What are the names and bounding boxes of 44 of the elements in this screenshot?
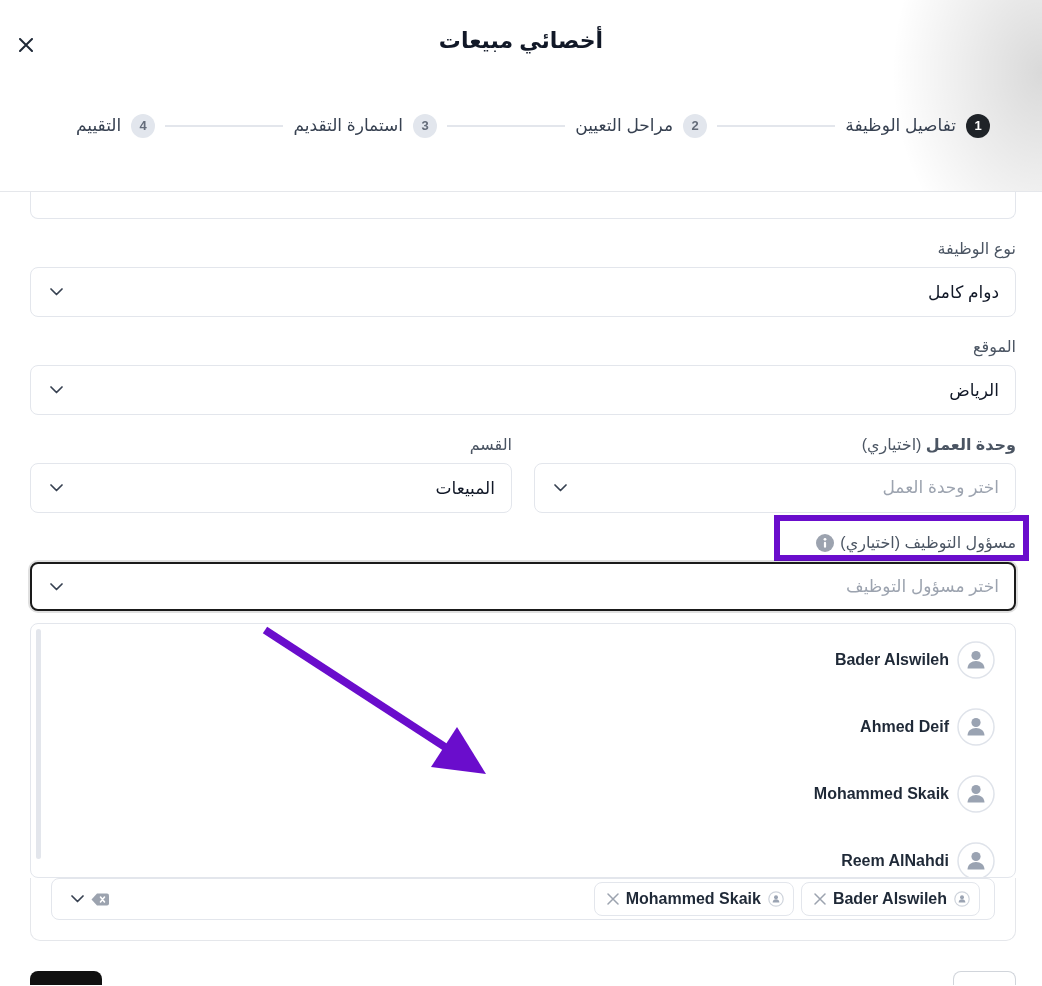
recruiter-option[interactable]: Reem AlNahdi (31, 827, 1015, 877)
step-number: 3 (413, 114, 437, 138)
chevron-down-icon (50, 386, 63, 394)
step-label: استمارة التقديم (293, 115, 403, 138)
step-label: تفاصيل الوظيفة (845, 115, 956, 138)
chevron-down-icon (50, 484, 63, 492)
step-label: مراحل التعيين (575, 115, 673, 138)
remove-icon[interactable] (606, 893, 619, 905)
field-label: القسم (468, 435, 512, 456)
person-avatar-icon (957, 640, 995, 679)
clear-icon[interactable] (91, 892, 109, 906)
recruiter-option[interactable]: Bader Alswileh (31, 626, 1015, 693)
multi-select-field[interactable]: Mohammed Skaik Bader Alswileh (51, 878, 995, 920)
info-icon[interactable] (816, 533, 835, 552)
person-avatar-icon (957, 707, 995, 746)
chevron-down-icon (50, 288, 63, 296)
step-label: التقييم (76, 115, 122, 138)
dialog-title: أخصائي مبيعات (437, 25, 605, 56)
person-icon (767, 891, 784, 907)
step-number: 4 (131, 114, 156, 138)
remove-icon[interactable] (813, 893, 826, 905)
dropdown-select[interactable]: المبيعات (30, 463, 512, 513)
step-number: 2 (683, 114, 707, 138)
recruiter-name: Mohammed Skaik (625, 889, 761, 909)
person-icon (954, 891, 970, 907)
field-label: الموقع (972, 337, 1016, 358)
field-label: مسؤول التوظيف (اختياري) (840, 533, 1016, 554)
field-label: نوع الوظيفة (936, 239, 1016, 260)
close-icon (19, 38, 33, 52)
chevron-down-icon (50, 582, 63, 591)
dropdown-select[interactable]: اختر مسؤول التوظيف (30, 562, 1016, 611)
recruiter-name: Bader Alswileh (832, 889, 947, 909)
chevron-down-icon[interactable] (71, 895, 84, 903)
recruiter-option[interactable]: Mohammed Skaik (31, 760, 1015, 827)
field-label: وحدة العمل (اختياري) (860, 435, 1016, 456)
step-number: 1 (966, 114, 990, 138)
scrollbar-thumb[interactable] (36, 629, 41, 859)
recruiter-option[interactable]: Ahmed Deif (31, 693, 1015, 760)
dropdown-select[interactable]: دوام كامل (30, 267, 1016, 317)
action-button[interactable] (30, 971, 102, 985)
person-avatar-icon (957, 774, 995, 813)
input-field[interactable] (30, 192, 1016, 219)
dropdown-select[interactable]: الرياض (30, 365, 1016, 415)
chevron-down-icon (554, 484, 567, 492)
